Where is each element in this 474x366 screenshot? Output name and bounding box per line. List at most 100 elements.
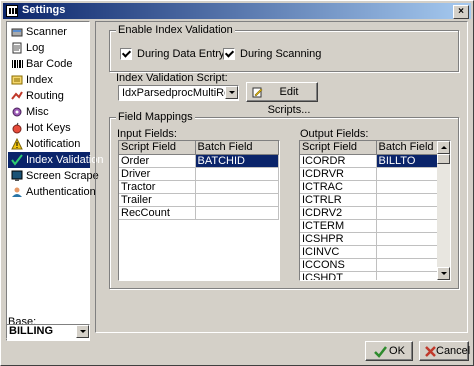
ok-button[interactable]: OK: [365, 341, 413, 361]
script-select[interactable]: IdxParsedprocMultiRow: [118, 85, 239, 101]
cancel-button[interactable]: Cancel: [419, 341, 470, 361]
sidebar-item-index[interactable]: Index: [8, 72, 90, 88]
sidebar-item-label: Authentication: [26, 186, 96, 198]
scroll-thumb[interactable]: [437, 154, 450, 164]
table-row[interactable]: Driver: [119, 167, 279, 181]
checkbox-checked-icon[interactable]: [120, 48, 132, 60]
sidebar-item-authentication[interactable]: Authentication: [8, 184, 96, 200]
script-value: IdxParsedprocMultiRow: [122, 87, 239, 99]
script-field-cell[interactable]: ICSHDT: [300, 271, 377, 280]
table-row[interactable]: ICINVC: [300, 245, 438, 259]
settings-window: Settings × Scanner Log Bar Code Index Ro…: [0, 0, 474, 366]
routing-icon: [11, 91, 23, 100]
sidebar-item-label: Notification: [26, 138, 81, 150]
authentication-icon: [12, 187, 22, 197]
sidebar-item-label: Hot Keys: [26, 122, 71, 134]
screen-scrape-icon: [11, 170, 23, 181]
checkbox-label: During Scanning: [240, 48, 322, 60]
script-field-cell[interactable]: Tractor: [119, 180, 196, 194]
batch-field-cell[interactable]: BATCHID: [195, 154, 279, 168]
table-row[interactable]: ICSHPR: [300, 232, 438, 246]
batch-field-cell[interactable]: [376, 206, 438, 220]
script-field-cell[interactable]: ICDRVR: [300, 167, 377, 181]
batch-field-cell[interactable]: [195, 167, 279, 181]
script-field-cell[interactable]: Order: [119, 154, 196, 168]
script-field-cell[interactable]: ICCONS: [300, 258, 377, 272]
table-row[interactable]: Order BATCHID: [119, 154, 279, 168]
batch-field-cell[interactable]: [376, 232, 438, 246]
batch-field-cell[interactable]: [195, 193, 279, 207]
enable-index-validation-group: Enable Index Validation During Data Entr…: [109, 24, 459, 72]
output-grid-scrollbar[interactable]: [437, 141, 450, 280]
batch-field-cell[interactable]: [376, 219, 438, 233]
sidebar-item-label: Misc: [26, 106, 49, 118]
script-field-cell[interactable]: RecCount: [119, 206, 196, 220]
sidebar-item-misc[interactable]: Misc: [8, 104, 90, 120]
during-scanning-checkbox[interactable]: During Scanning: [223, 48, 333, 61]
sidebar-item-screen-scrape[interactable]: Screen Scrape: [8, 168, 99, 184]
batch-field-cell[interactable]: [195, 180, 279, 194]
batch-field-cell[interactable]: [376, 271, 438, 280]
edit-scripts-label: Edit Scripts...: [267, 86, 311, 116]
script-field-cell[interactable]: ICINVC: [300, 245, 377, 259]
sidebar-item-label: Scanner: [26, 26, 67, 38]
title-bar[interactable]: Settings ×: [3, 3, 471, 19]
column-header[interactable]: Batch Field: [376, 141, 438, 155]
script-field-cell[interactable]: ICTRLR: [300, 193, 377, 207]
base-select[interactable]: BILLING: [6, 324, 90, 339]
sidebar-item-index-validation[interactable]: Index Validation: [8, 152, 103, 168]
table-row[interactable]: ICDRVR: [300, 167, 438, 181]
table-row[interactable]: Tractor: [119, 180, 279, 194]
close-button[interactable]: ×: [453, 5, 469, 19]
script-field-cell[interactable]: ICORDR: [300, 154, 377, 168]
batch-field-cell[interactable]: [195, 206, 279, 220]
table-row[interactable]: Trailer: [119, 193, 279, 207]
table-row[interactable]: ICDRV2: [300, 206, 438, 220]
batch-field-cell[interactable]: [376, 258, 438, 272]
edit-scripts-button[interactable]: Edit Scripts...: [246, 82, 318, 116]
table-row[interactable]: ICCONS: [300, 258, 438, 272]
table-row[interactable]: ICTRAC: [300, 180, 438, 194]
output-fields-label: Output Fields:: [300, 128, 369, 140]
chevron-down-icon[interactable]: [225, 86, 238, 99]
script-field-cell[interactable]: ICTRAC: [300, 180, 377, 194]
sidebar-item-scanner[interactable]: Scanner: [8, 24, 90, 40]
scroll-down-icon[interactable]: [437, 267, 450, 280]
during-data-entry-checkbox[interactable]: During Data Entry: [120, 48, 230, 61]
script-field-cell[interactable]: ICDRV2: [300, 206, 377, 220]
ok-check-icon: [374, 346, 387, 358]
column-header[interactable]: Script Field: [300, 141, 377, 155]
sidebar-item-hot-keys[interactable]: Hot Keys: [8, 120, 90, 136]
misc-icon: [12, 107, 22, 117]
script-field-cell[interactable]: ICTERM: [300, 219, 377, 233]
batch-field-cell[interactable]: [376, 180, 438, 194]
sidebar-item-routing[interactable]: Routing: [8, 88, 90, 104]
batch-field-cell[interactable]: BILLTO: [376, 154, 438, 168]
output-fields-grid[interactable]: Script Field Batch Field ICORDR BILLTO I…: [299, 140, 451, 281]
column-header[interactable]: Script Field: [119, 141, 196, 155]
sidebar-item-bar-code[interactable]: Bar Code: [8, 56, 90, 72]
field-mappings-group: Field Mappings Input Fields: Script Fiel…: [109, 111, 459, 289]
index-validation-panel: Enable Index Validation During Data Entr…: [95, 21, 468, 333]
script-field-cell[interactable]: Driver: [119, 167, 196, 181]
script-field-cell[interactable]: Trailer: [119, 193, 196, 207]
sidebar-item-notification[interactable]: Notification: [8, 136, 90, 152]
batch-field-cell[interactable]: [376, 167, 438, 181]
table-row[interactable]: ICORDR BILLTO: [300, 154, 438, 168]
table-row[interactable]: ICTRLR: [300, 193, 438, 207]
batch-field-cell[interactable]: [376, 245, 438, 259]
table-row[interactable]: ICTERM: [300, 219, 438, 233]
sidebar-item-label: Routing: [26, 90, 64, 102]
sidebar-item-log[interactable]: Log: [8, 40, 90, 56]
chevron-down-icon[interactable]: [76, 325, 89, 338]
batch-field-cell[interactable]: [376, 193, 438, 207]
script-field-cell[interactable]: ICSHPR: [300, 232, 377, 246]
column-header[interactable]: Batch Field: [195, 141, 279, 155]
table-row[interactable]: RecCount: [119, 206, 279, 220]
checkbox-checked-icon[interactable]: [223, 48, 235, 60]
scroll-up-icon[interactable]: [437, 141, 450, 154]
input-fields-grid[interactable]: Script Field Batch Field Order BATCHID D…: [118, 140, 280, 281]
group-title: Field Mappings: [116, 111, 195, 123]
base-value: BILLING: [9, 325, 53, 337]
table-row[interactable]: ICSHDT: [300, 271, 438, 280]
